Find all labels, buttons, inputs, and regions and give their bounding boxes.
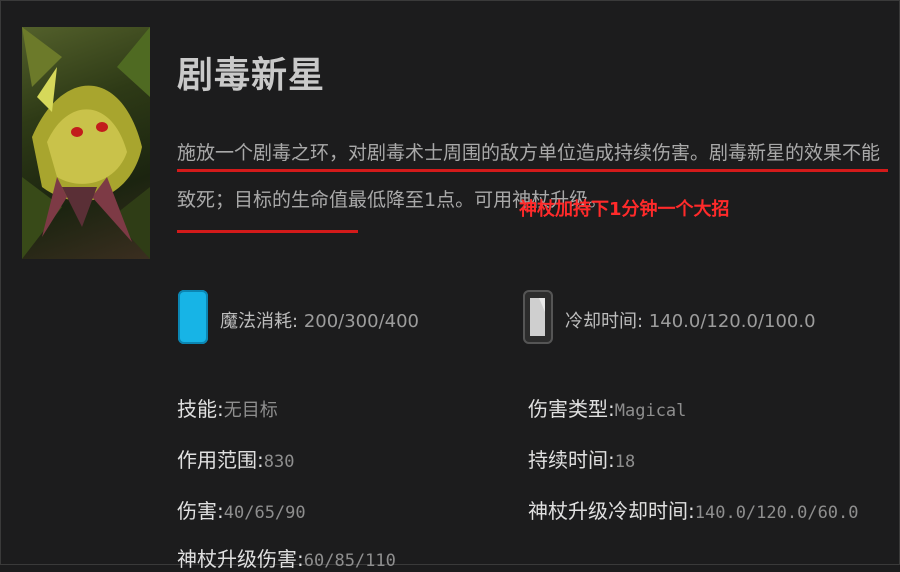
detail-scepter-damage: 神杖升级伤害:60/85/110 xyxy=(177,543,396,572)
mana-cost-label: 魔法消耗: xyxy=(220,311,299,332)
annotation-underline-2 xyxy=(177,230,358,233)
mana-cost-value: 200/300/400 xyxy=(303,311,420,332)
annotation-note: 神杖加持下1分钟一个大招 xyxy=(519,199,730,220)
cooldown-value: 140.0/120.0/100.0 xyxy=(648,311,816,332)
detail-value: 40/65/90 xyxy=(223,503,306,523)
detail-key: 作用范围: xyxy=(177,448,264,472)
detail-value: 830 xyxy=(263,452,295,472)
mana-cost-icon xyxy=(178,290,208,344)
cooldown-icon xyxy=(523,290,553,344)
detail-key: 技能: xyxy=(177,397,224,421)
detail-range: 作用范围:830 xyxy=(177,444,294,473)
detail-key: 神杖升级伤害: xyxy=(177,547,304,571)
detail-value: Magical xyxy=(614,401,687,421)
detail-damage-type: 伤害类型:Magical xyxy=(528,393,686,422)
ability-name: 剧毒新星 xyxy=(177,55,326,96)
cooldown-label: 冷却时间: xyxy=(565,311,644,332)
ability-portrait-icon xyxy=(22,27,150,259)
detail-key: 神杖升级冷却时间: xyxy=(528,499,695,523)
detail-key: 伤害: xyxy=(177,499,224,523)
detail-value: 60/85/110 xyxy=(303,551,396,571)
detail-value: 18 xyxy=(614,452,636,472)
detail-value: 140.0/120.0/60.0 xyxy=(694,503,859,523)
detail-scepter-cooldown: 神杖升级冷却时间:140.0/120.0/60.0 xyxy=(528,495,859,524)
annotation-underline-1 xyxy=(177,169,888,172)
cooldown-stat: 冷却时间: 140.0/120.0/100.0 xyxy=(565,307,816,333)
detail-damage: 伤害:40/65/90 xyxy=(177,495,306,524)
detail-key: 持续时间: xyxy=(528,448,615,472)
mana-cost-stat: 魔法消耗: 200/300/400 xyxy=(220,307,419,333)
detail-key: 伤害类型: xyxy=(528,397,615,421)
detail-value: 无目标 xyxy=(223,400,278,421)
detail-duration: 持续时间:18 xyxy=(528,444,635,473)
detail-ability-type: 技能:无目标 xyxy=(177,393,278,422)
